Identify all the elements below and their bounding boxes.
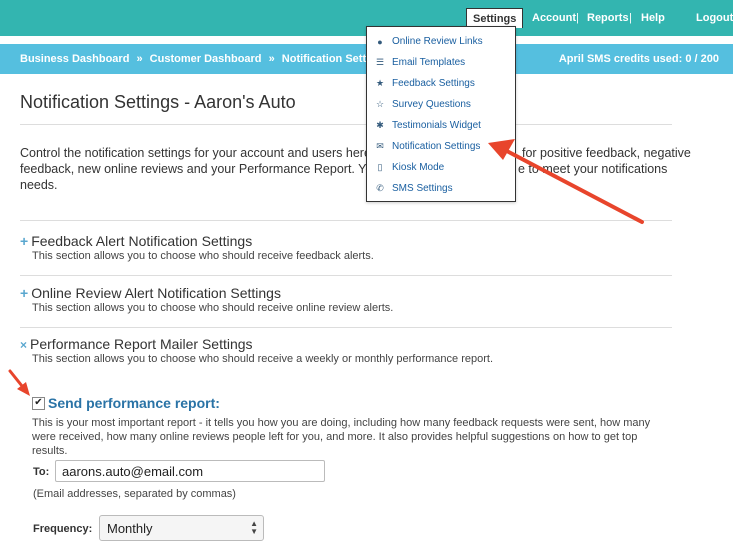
settings-dropdown: ● Online Review Links ☰ Email Templates ★ F… — [366, 26, 516, 202]
menu-item-label: Email Templates — [392, 57, 466, 68]
tablet-icon: ▯ — [377, 162, 383, 172]
section-description: This section allows you to choose who sh… — [32, 302, 394, 314]
gear-icon: ✱ — [376, 120, 384, 130]
section-title[interactable]: Feedback Alert Notification Settings — [31, 233, 252, 249]
top-nav: Settings | Account | Reports | Help Logo… — [466, 8, 733, 28]
envelope-icon: ✉ — [376, 141, 384, 151]
expand-icon[interactable]: + — [20, 285, 28, 301]
intro-line-3: needs. — [20, 178, 58, 192]
email-hint: (Email addresses, separated by commas) — [33, 488, 236, 500]
nav-separator: | — [629, 12, 632, 24]
divider — [20, 275, 672, 276]
menu-item-kiosk-mode[interactable]: ▯ Kiosk Mode — [375, 162, 445, 173]
frequency-label: Frequency: — [33, 523, 93, 535]
intro-line-2-end: e to meet your notifications — [518, 162, 668, 176]
breadcrumb: Business Dashboard » Customer Dashboard … — [20, 53, 393, 65]
phone-icon: ✆ — [376, 183, 384, 193]
menu-item-label: Notification Settings — [392, 141, 481, 152]
sms-credits: April SMS credits used: 0 / 200 — [558, 53, 719, 65]
section-description: This section allows you to choose who sh… — [32, 353, 494, 365]
nav-help[interactable]: Help — [641, 8, 665, 28]
expand-icon[interactable]: + — [20, 233, 28, 249]
menu-item-label: Testimonials Widget — [392, 120, 481, 131]
menu-item-label: SMS Settings — [392, 183, 453, 194]
menu-item-sms-settings[interactable]: ✆ SMS Settings — [375, 183, 453, 194]
globe-icon: ● — [377, 36, 383, 47]
section-title[interactable]: Online Review Alert Notification Setting… — [31, 285, 281, 301]
menu-item-label: Survey Questions — [392, 99, 471, 110]
divider — [20, 327, 672, 328]
divider — [20, 220, 672, 221]
section-feedback-alert[interactable]: + Feedback Alert Notification Settings Th… — [20, 233, 374, 262]
breadcrumb-separator: » — [136, 53, 143, 65]
page-title: Notification Settings - Aaron's Auto — [20, 92, 296, 112]
collapse-icon[interactable]: × — [20, 338, 27, 352]
section-online-review-alert[interactable]: + Online Review Alert Notification Settin… — [20, 285, 393, 314]
breadcrumb-business-dashboard[interactable]: Business Dashboard — [20, 53, 129, 65]
divider — [20, 124, 672, 125]
send-report-checkbox[interactable]: ✔ — [32, 397, 45, 410]
nav-reports[interactable]: Reports — [587, 8, 629, 28]
to-label: To: — [33, 466, 50, 478]
red-arrow-send-report — [8, 369, 30, 396]
send-report-label[interactable]: Send performance report: — [48, 395, 220, 411]
intro-line-1-end: for positive feedback, negative — [522, 146, 691, 160]
section-description: This section allows you to choose who sh… — [32, 250, 374, 262]
nav-account[interactable]: Account — [532, 8, 576, 28]
menu-item-survey-questions[interactable]: ☆ Survey Questions — [375, 99, 471, 110]
menu-item-testimonials-widget[interactable]: ✱ Testimonials Widget — [375, 120, 481, 131]
menu-item-label: Online Review Links — [392, 36, 483, 47]
section-title[interactable]: Performance Report Mailer Settings — [30, 336, 253, 352]
list-icon: ☰ — [375, 57, 385, 67]
email-field[interactable] — [55, 460, 325, 482]
intro-line-1: Control the notification settings for yo… — [20, 146, 387, 160]
frequency-value: Monthly — [107, 521, 153, 536]
menu-item-online-review-links[interactable]: ● Online Review Links — [375, 36, 483, 47]
breadcrumb-customer-dashboard[interactable]: Customer Dashboard — [150, 53, 262, 65]
nav-separator: | — [520, 12, 523, 24]
frequency-select[interactable]: Monthly ▲ ▼ — [99, 515, 264, 541]
nav-logout[interactable]: Logout — [696, 8, 733, 28]
menu-item-email-templates[interactable]: ☰ Email Templates — [375, 57, 465, 68]
star-icon: ★ — [375, 78, 385, 88]
menu-item-feedback-settings[interactable]: ★ Feedback Settings — [375, 78, 475, 89]
section-performance-report[interactable]: × Performance Report Mailer Settings This… — [20, 336, 493, 365]
nav-separator: | — [576, 12, 579, 24]
breadcrumb-separator: » — [268, 53, 275, 65]
intro-line-2: feedback, new online reviews and your Pe… — [20, 162, 380, 176]
menu-item-label: Feedback Settings — [392, 78, 475, 89]
menu-item-notification-settings[interactable]: ✉ Notification Settings — [375, 141, 480, 152]
report-description: This is your most important report - it … — [32, 417, 651, 457]
select-arrows-icon: ▲ ▼ — [250, 519, 258, 536]
nav-settings[interactable]: Settings — [466, 8, 524, 28]
star-outline-icon: ☆ — [375, 99, 385, 109]
menu-item-label: Kiosk Mode — [392, 162, 445, 173]
